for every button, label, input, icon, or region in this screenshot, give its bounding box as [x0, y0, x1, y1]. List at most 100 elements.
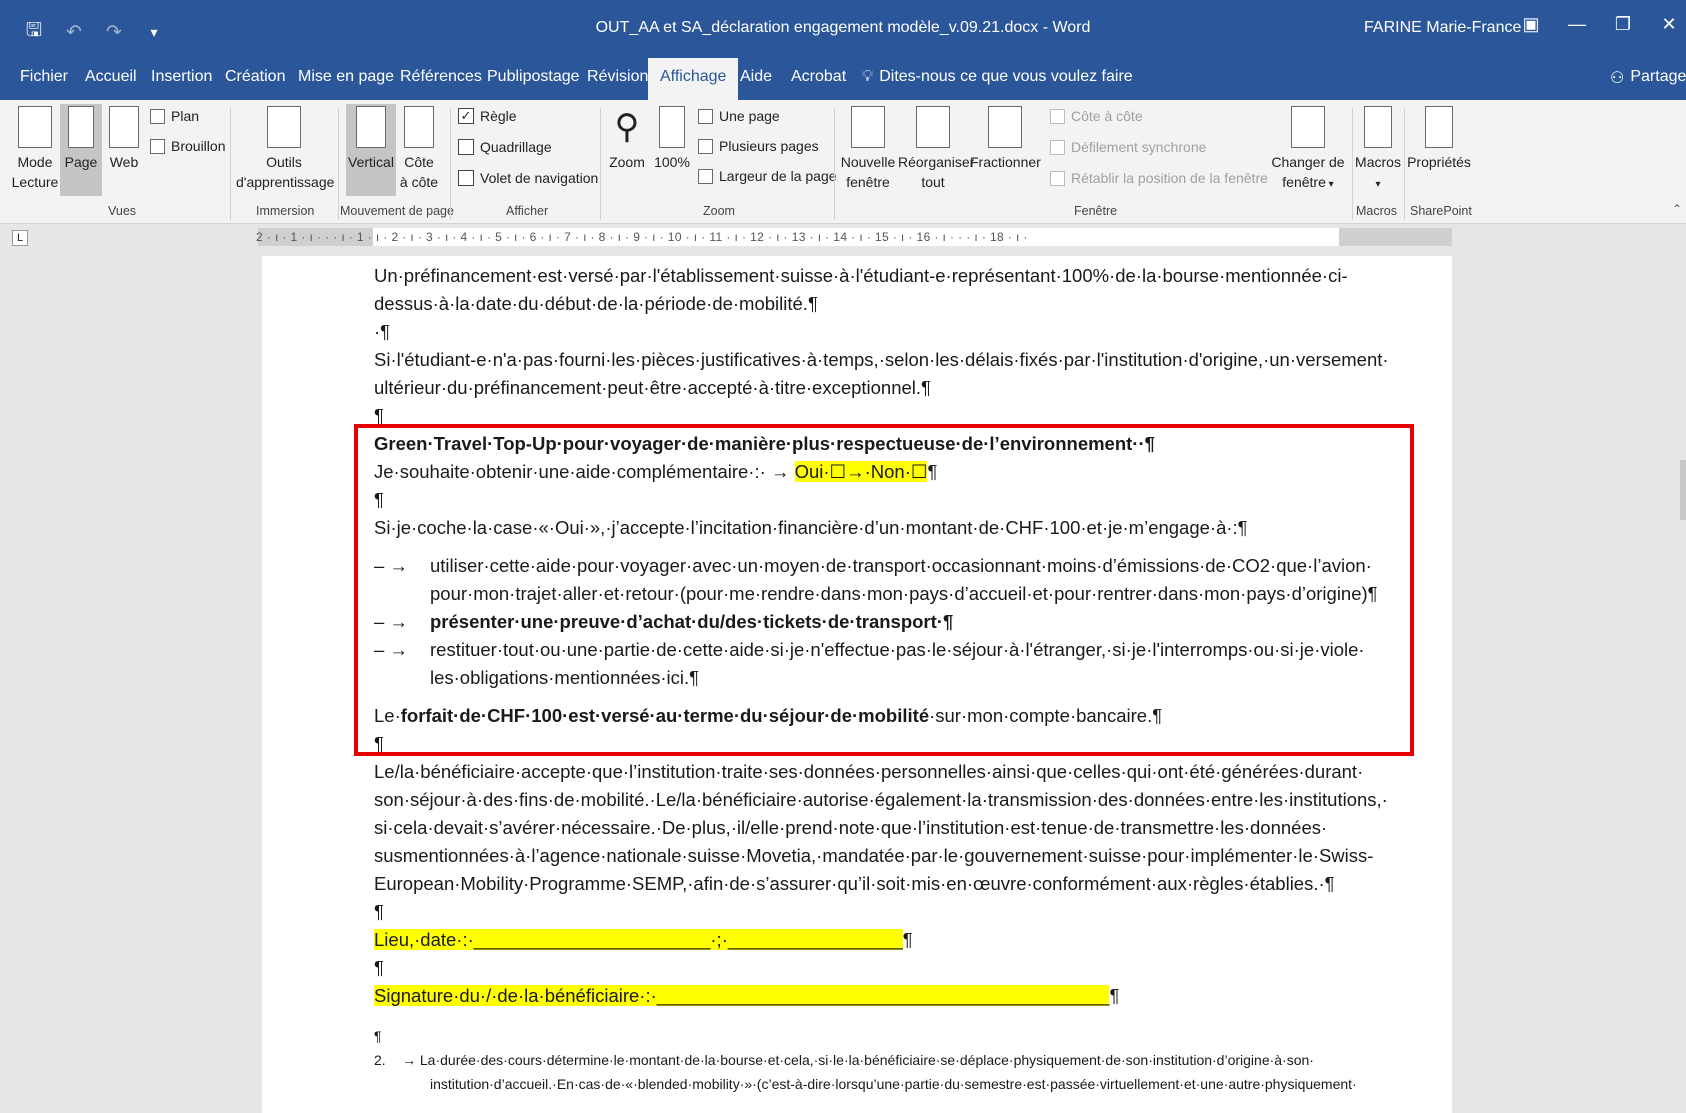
multiple-pages-icon — [698, 138, 713, 154]
vertical-button[interactable]: Vertical — [346, 104, 396, 196]
footnote-number: 2. — [374, 1052, 386, 1068]
switch-window-label-1: Changer de — [1271, 154, 1345, 170]
split-label: Fractionner — [970, 154, 1041, 170]
split-button[interactable]: Fractionner — [970, 106, 1041, 172]
sync-scroll-label: Défilement synchrone — [1071, 139, 1207, 155]
side-by-side-button[interactable]: Côte à côte — [1050, 108, 1143, 124]
paragraph: susmentionnées·à·l’agence·nationale·suis… — [374, 845, 1374, 866]
title-bar: 🖫 ↶ ↷ ▾ OUT_AA et SA_déclaration engagem… — [0, 0, 1686, 58]
close-icon[interactable]: ✕ — [1646, 14, 1686, 35]
ribbon-tabs: Fichier Accueil Insertion Création Mise … — [0, 58, 1686, 100]
separator — [1404, 108, 1405, 220]
lieu-date-field[interactable]: Lieu,·date·:·_______________________·;·_… — [374, 929, 903, 950]
multiple-pages-button[interactable]: Plusieurs pages — [698, 138, 819, 154]
customize-qat-icon[interactable]: ▾ — [144, 24, 164, 41]
group-label-macros: Macros — [1356, 204, 1397, 218]
side-to-side-button[interactable]: Côte à côte — [398, 106, 440, 192]
mode-lecture-button[interactable]: Mode Lecture — [10, 106, 60, 192]
tell-me-search[interactable]: 💡︎ Dites-nous ce que vous voulez faire — [862, 68, 1133, 86]
text: ·sur·mon·compte·bancaire.¶ — [929, 705, 1163, 726]
list-item: – → utiliser·cette·aide·pour·voyager·avec… — [374, 552, 1372, 580]
collapse-ribbon-icon[interactable]: ⌃ — [1672, 202, 1682, 216]
tab-fichier[interactable]: Fichier — [20, 68, 68, 86]
paragraph: European·Mobility·Programme·SEMP,·afin·d… — [374, 873, 1335, 894]
bold-text: forfait·de·CHF·100·est·versé·au·terme·du… — [400, 705, 930, 726]
vertical-label: Vertical — [348, 154, 394, 170]
list-text: utiliser·cette·aide·pour·voyager·avec·un… — [430, 555, 1372, 576]
sync-scroll-button[interactable]: Défilement synchrone — [1050, 139, 1206, 155]
paragraph: ultérieur·du·préfinancement·peut·être·ac… — [374, 377, 931, 398]
plan-button[interactable]: Plan — [150, 108, 199, 124]
separator — [230, 108, 231, 220]
properties-button[interactable]: Propriétés — [1406, 106, 1472, 172]
minimize-icon[interactable]: — — [1554, 14, 1600, 35]
web-view-button[interactable]: Web — [104, 106, 144, 172]
learning-tools-button[interactable]: Outils d'apprentissage — [236, 106, 334, 192]
brouillon-button[interactable]: Brouillon — [150, 138, 225, 154]
share-button[interactable]: ⚇ Partager — [1610, 68, 1686, 88]
ruler-area: L 2 · ı · 1 · ı · · · ı · 1 · ı · 2 · ı … — [0, 224, 1686, 250]
save-icon[interactable]: 🖫 — [24, 16, 44, 48]
paragraph: Le/la·bénéficiaire·accepte·que·l’institu… — [374, 761, 1364, 782]
wish-line: Je·souhaite·obtenir·une·aide·complémenta… — [374, 458, 1354, 486]
tab-acrobat[interactable]: Acrobat — [791, 68, 846, 86]
zoom-100-button[interactable]: 100% — [652, 106, 692, 172]
volet-checkbox[interactable]: Volet de navigation — [458, 170, 598, 186]
redo-icon[interactable]: ↷ — [104, 21, 124, 44]
tab-references[interactable]: Références — [400, 68, 482, 86]
arrange-all-button[interactable]: Réorganiser tout — [898, 106, 974, 192]
regle-checkbox[interactable]: ✓ Règle — [458, 108, 517, 124]
paragraph: ¶ — [374, 405, 384, 426]
new-window-button[interactable]: Nouvelle fenêtre — [840, 106, 896, 192]
scrollbar-thumb[interactable] — [1680, 460, 1686, 520]
tab-affichage[interactable]: Affichage — [648, 58, 739, 100]
window-controls: ▣ — ❐ ✕ — [1508, 14, 1686, 35]
tab-selector[interactable]: L — [12, 230, 28, 246]
tab-publipostage[interactable]: Publipostage — [487, 68, 580, 86]
restore-icon[interactable]: ❐ — [1600, 14, 1646, 35]
plan-label: Plan — [171, 108, 200, 124]
tab-accueil[interactable]: Accueil — [85, 68, 137, 86]
text: Le· — [374, 705, 401, 726]
ribbon: Mode Lecture Page Web Plan Brouillon Vue… — [0, 100, 1686, 224]
reset-position-button[interactable]: Rétablir la position de la fenêtre — [1050, 170, 1268, 186]
tab-mise-en-page[interactable]: Mise en page — [298, 68, 394, 86]
group-label-fenetre: Fenêtre — [1074, 204, 1118, 218]
signature-line[interactable]: Signature·du·/·de·la·bénéficiaire·:·____… — [374, 982, 1354, 1010]
paragraph: ·¶ — [374, 321, 391, 342]
separator — [834, 108, 835, 220]
separator — [600, 108, 601, 220]
tab-creation[interactable]: Création — [225, 68, 285, 86]
tab-insertion[interactable]: Insertion — [151, 68, 212, 86]
list-text: restituer·tout·ou·une·partie·de·cette·ai… — [430, 639, 1365, 660]
ribbon-display-icon[interactable]: ▣ — [1508, 14, 1554, 35]
zoom-button[interactable]: ⚲ Zoom — [604, 106, 650, 172]
signature-field[interactable]: Signature·du·/·de·la·bénéficiaire·:·____… — [374, 985, 1110, 1006]
page-width-button[interactable]: Largeur de la page — [698, 168, 837, 184]
chevron-down-icon: ▾ — [1375, 179, 1381, 190]
user-name[interactable]: FARINE Marie-France — [1364, 19, 1521, 37]
share-label: Partager — [1630, 68, 1686, 85]
new-window-label-1: Nouvelle — [840, 154, 896, 170]
lieu-date-line[interactable]: Lieu,·date·:·_______________________·;·_… — [374, 926, 1354, 954]
switch-window-button[interactable]: Changer de fenêtre ▾ — [1270, 106, 1346, 195]
tab-aide[interactable]: Aide — [740, 68, 772, 86]
paragraph: Un·préfinancement·est·versé·par·l'établi… — [374, 265, 1348, 286]
multiple-pages-label: Plusieurs pages — [719, 138, 819, 154]
document-content[interactable]: Un·préfinancement·est·versé·par·l'établi… — [374, 262, 1389, 1096]
lightbulb-icon: 💡︎ — [862, 68, 874, 85]
vertical-scrollbar[interactable] — [1678, 250, 1686, 1113]
list-text: présenter·une·preuve·d’achat·du/des·tick… — [430, 611, 954, 632]
paragraph: Si·je·coche·la·case·«·Oui·»,·j’accepte·l… — [374, 517, 1248, 538]
one-page-button[interactable]: Une page — [698, 108, 780, 124]
quadrillage-checkbox[interactable]: Quadrillage — [458, 139, 552, 155]
macros-button[interactable]: Macros ▾ — [1354, 106, 1402, 195]
switch-window-label-2: fenêtre — [1282, 174, 1326, 190]
list-item-cont: les·obligations·mentionnées·ici.¶ — [430, 667, 700, 688]
oui-non-checkboxes[interactable]: Oui·☐→·Non·☐ — [794, 461, 928, 482]
undo-icon[interactable]: ↶ — [64, 21, 84, 44]
pilcrow: ¶ — [902, 929, 913, 950]
paragraph: ¶ — [374, 901, 384, 922]
page-view-button[interactable]: Page — [60, 104, 102, 196]
tab-revision[interactable]: Révision — [587, 68, 648, 86]
